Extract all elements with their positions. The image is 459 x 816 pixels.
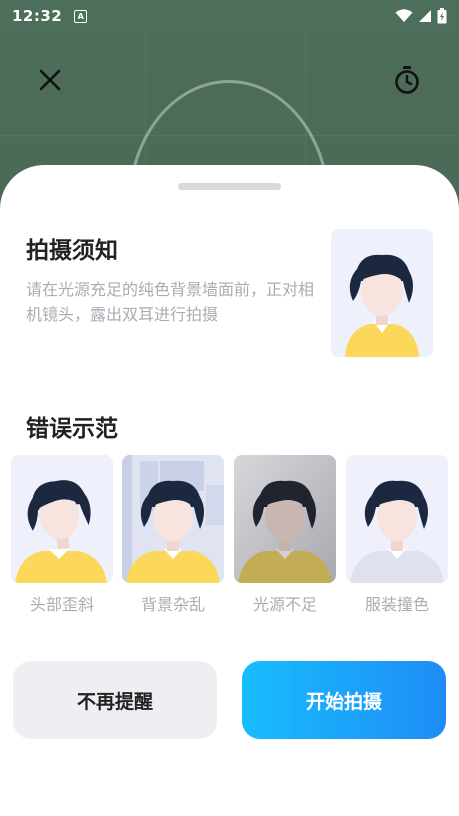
close-icon — [39, 69, 61, 91]
notice-title: 拍摄须知 — [26, 238, 118, 264]
tilted-head-image — [11, 455, 113, 583]
clothing-color-clash-image — [346, 455, 448, 583]
wrong-example-item: 背景杂乱 — [122, 455, 224, 615]
dont-remind-button[interactable]: 不再提醒 — [13, 661, 217, 739]
wrong-example-label: 背景杂乱 — [140, 595, 205, 614]
wifi-icon — [395, 9, 413, 23]
wrong-example-label: 服装撞色 — [364, 595, 429, 614]
timer-button[interactable] — [389, 62, 425, 98]
wrong-example-item: 服装撞色 — [346, 455, 448, 615]
close-button[interactable] — [32, 62, 68, 98]
battery-charging-icon — [437, 8, 447, 24]
a-icon: A — [74, 9, 88, 23]
wrong-example-label: 头部歪斜 — [29, 595, 94, 614]
wrong-examples-title: 错误示范 — [26, 416, 118, 442]
messy-background-image — [122, 455, 224, 583]
wrong-example-label: 光源不足 — [252, 595, 317, 614]
status-bar: 12:32 A — [0, 0, 459, 32]
signal-icon — [418, 9, 432, 23]
start-shooting-button[interactable]: 开始拍摄 — [242, 661, 446, 739]
timer-icon — [394, 65, 420, 95]
photo-tips-sheet: 拍摄须知 请在光源充足的纯色背景墙面前，正对相机镜头，露出双耳进行拍摄 错误示范 — [0, 165, 459, 816]
wrong-example-item: 光源不足 — [234, 455, 336, 615]
sheet-drag-handle[interactable] — [178, 183, 281, 190]
correct-example-image — [331, 229, 433, 357]
poor-lighting-image — [234, 455, 336, 583]
status-time: 12:32 — [12, 7, 63, 25]
wrong-examples-list: 头部歪斜 背景杂乱 光源不足 服装撞色 — [11, 455, 448, 615]
wrong-example-item: 头部歪斜 — [11, 455, 113, 615]
notice-description: 请在光源充足的纯色背景墙面前，正对相机镜头，露出双耳进行拍摄 — [26, 280, 315, 324]
